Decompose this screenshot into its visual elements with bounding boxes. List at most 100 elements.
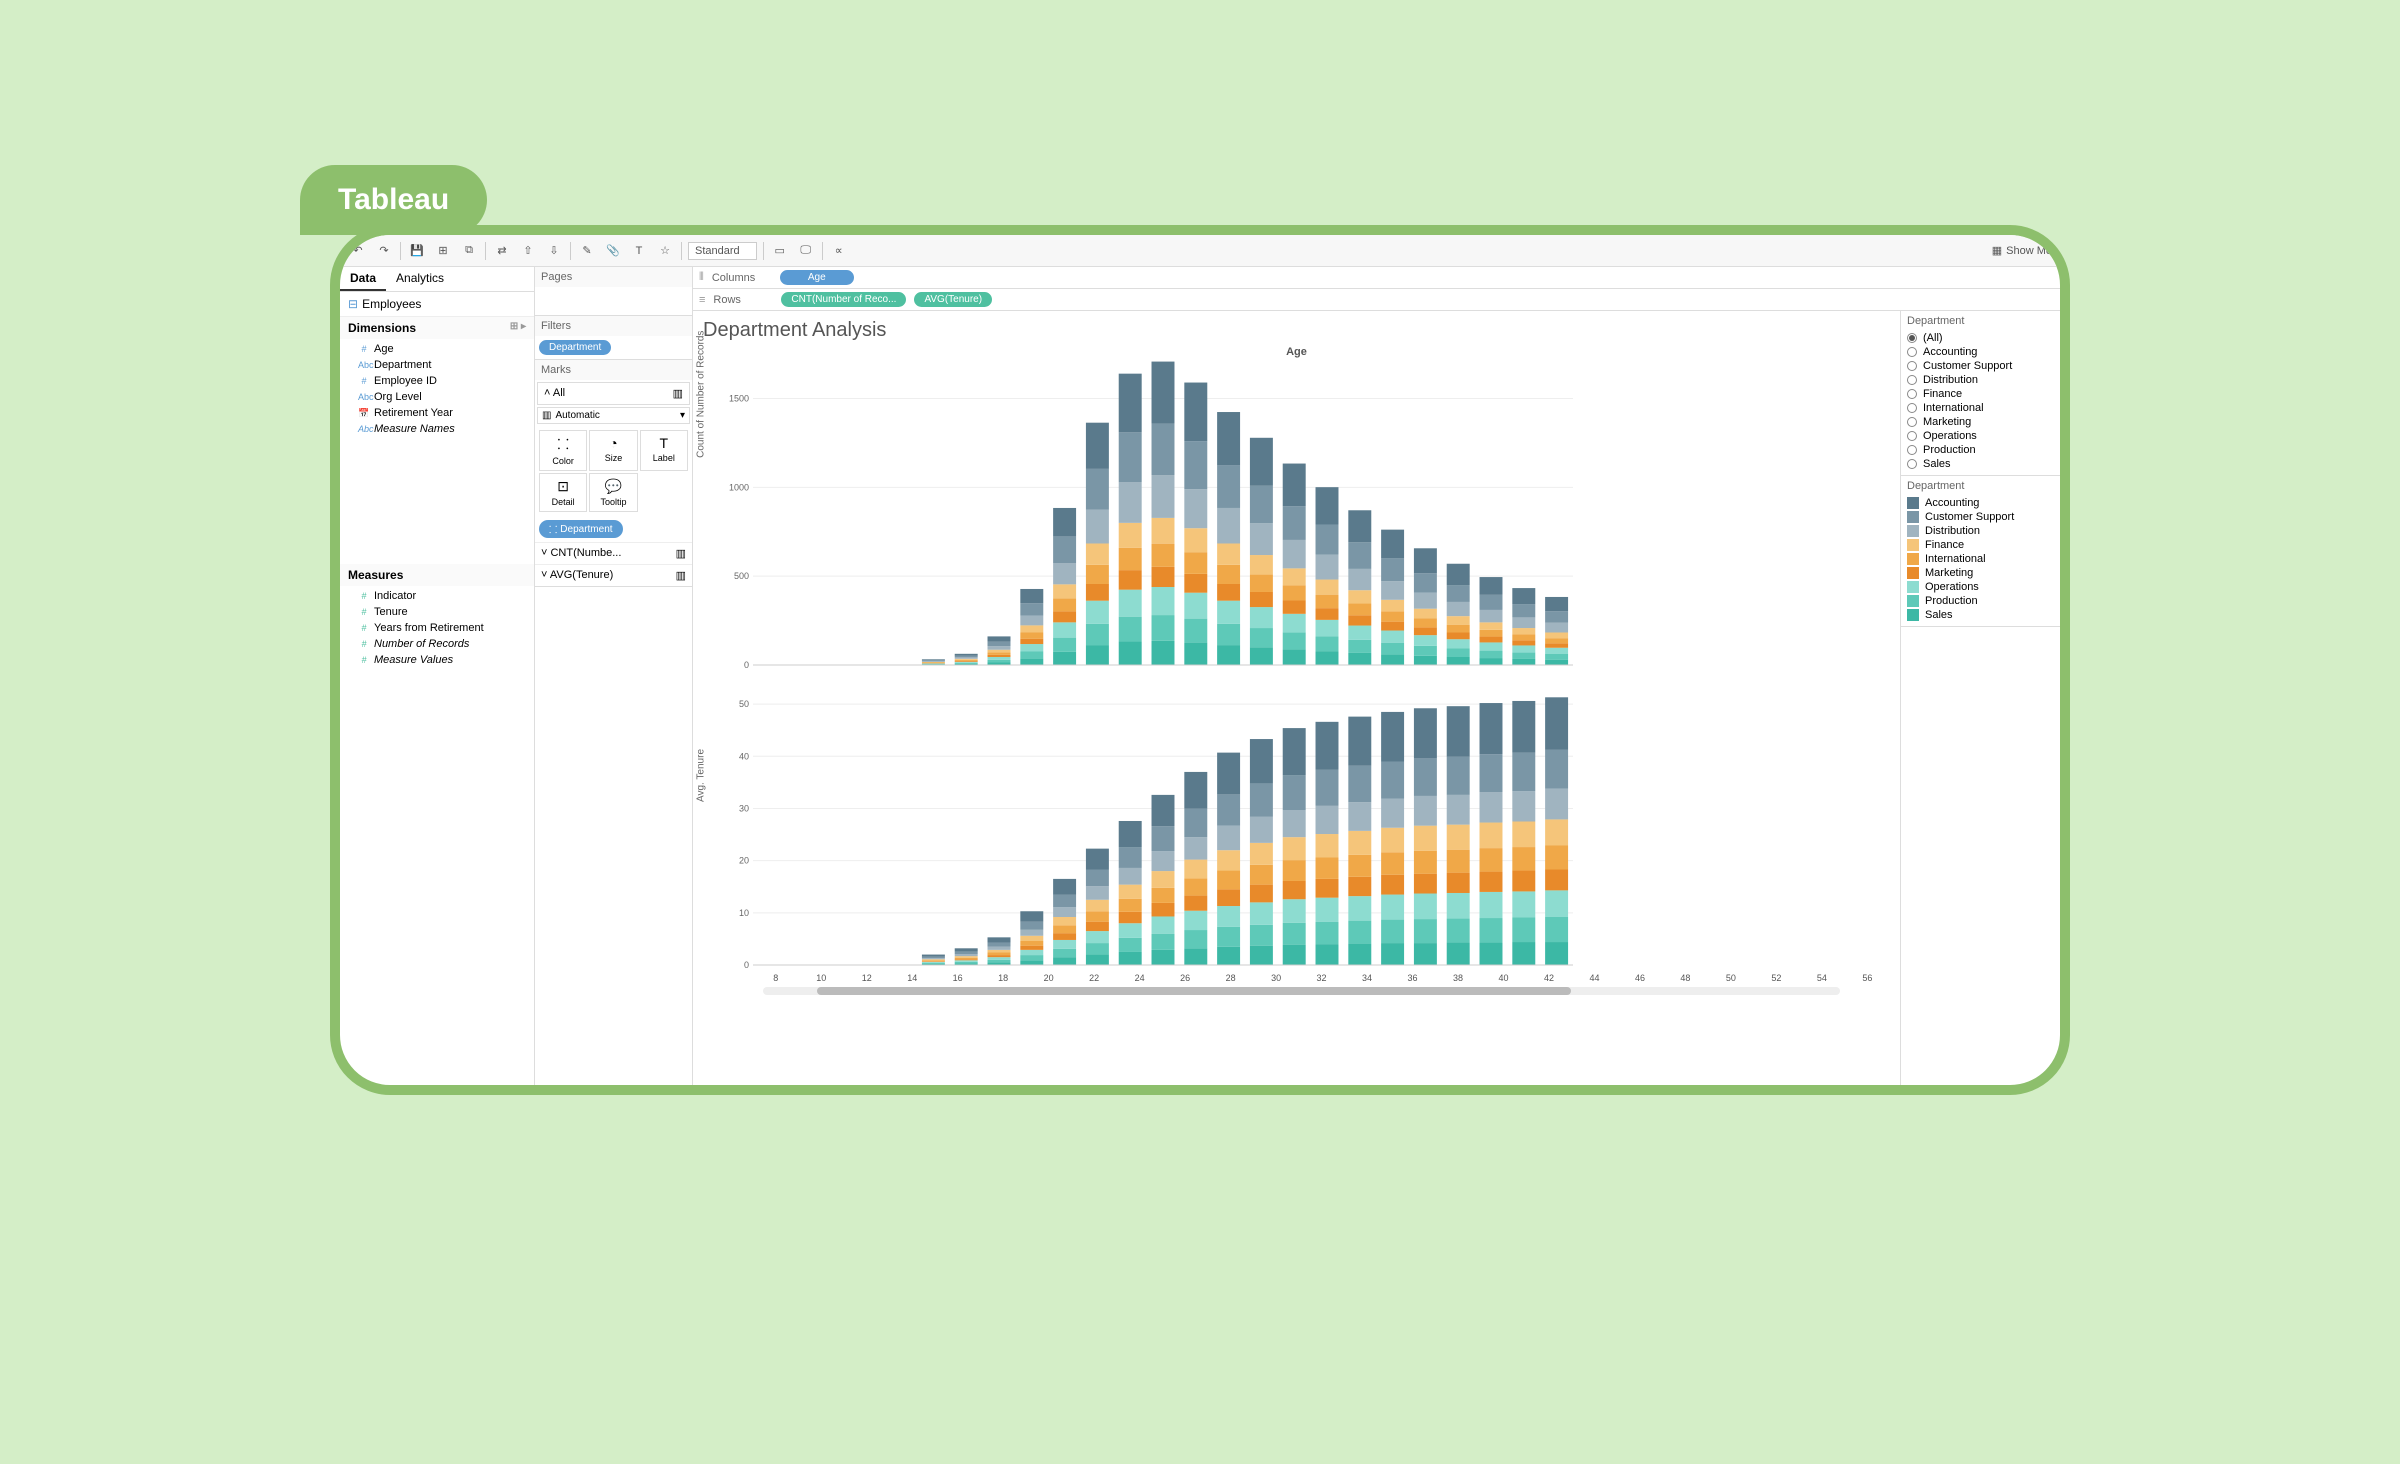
field-type-icon: #	[358, 607, 370, 617]
y-axis-label-1: Count of Number of Records	[696, 330, 707, 457]
filter-option[interactable]: Customer Support	[1907, 359, 2054, 373]
search-fields-icon[interactable]: ⊞ ▸	[510, 321, 526, 335]
product-badge: Tableau	[300, 165, 487, 235]
marks-sub-cnt[interactable]: ˅ CNT(Numbe...▥	[535, 542, 692, 564]
mark-type-dropdown[interactable]: ▥ Automatic ▾	[537, 407, 690, 424]
dimension-field[interactable]: AbcOrg Level	[340, 389, 534, 405]
legend-item[interactable]: Accounting	[1907, 496, 2054, 510]
x-axis-header: Age	[703, 346, 1890, 358]
columns-icon: ⦀	[699, 271, 704, 284]
rows-pill-cnt[interactable]: CNT(Number of Reco...	[781, 292, 906, 307]
radio-icon	[1907, 389, 1917, 399]
color-swatch	[1907, 609, 1919, 621]
mark-color-button[interactable]: ⸬Color	[539, 430, 587, 471]
sort-asc-icon[interactable]: ⇧	[518, 241, 538, 261]
mark-label-button[interactable]: TLabel	[640, 430, 688, 471]
filters-shelf[interactable]: Filters Department	[535, 316, 692, 360]
svg-text:10: 10	[739, 908, 749, 918]
filter-option[interactable]: International	[1907, 401, 2054, 415]
filter-option[interactable]: Production	[1907, 443, 2054, 457]
measure-field[interactable]: #Years from Retirement	[340, 620, 534, 636]
field-type-icon: #	[358, 376, 370, 386]
mark-detail-button[interactable]: ⊡Detail	[539, 473, 587, 512]
filter-pill-department[interactable]: Department	[539, 340, 611, 355]
radio-icon	[1907, 375, 1917, 385]
color-swatch	[1907, 497, 1919, 509]
dimension-field[interactable]: #Age	[340, 341, 534, 357]
pin-icon[interactable]: ☆	[655, 241, 675, 261]
tab-analytics[interactable]: Analytics	[386, 267, 454, 291]
field-type-icon: #	[358, 591, 370, 601]
legend-item[interactable]: Sales	[1907, 608, 2054, 622]
measure-field[interactable]: #Number of Records	[340, 636, 534, 652]
filter-option[interactable]: Marketing	[1907, 415, 2054, 429]
dimension-field[interactable]: AbcDepartment	[340, 357, 534, 373]
measure-field[interactable]: #Indicator	[340, 588, 534, 604]
filter-option[interactable]: Distribution	[1907, 373, 2054, 387]
dimension-field[interactable]: AbcMeasure Names	[340, 421, 534, 437]
horizontal-scrollbar[interactable]	[763, 987, 1840, 995]
legend-item[interactable]: Customer Support	[1907, 510, 2054, 524]
redo-icon[interactable]: ↷	[374, 241, 394, 261]
marks-pill-department[interactable]: ⸬Department	[539, 520, 623, 538]
dimension-field[interactable]: #Employee ID	[340, 373, 534, 389]
show-me-button[interactable]: ▦ Show Me	[1992, 244, 2052, 257]
visualization-canvas[interactable]: Department Analysis Age Count of Number …	[693, 311, 1900, 1085]
show-me-icon: ▦	[1992, 244, 2002, 257]
filter-option[interactable]: (All)	[1907, 331, 2054, 345]
rows-pill-avg[interactable]: AVG(Tenure)	[914, 292, 992, 307]
scrollbar-thumb[interactable]	[817, 987, 1571, 995]
viz-title[interactable]: Department Analysis	[703, 319, 1890, 342]
text-icon[interactable]: T	[629, 241, 649, 261]
bar-chart-icon: ▥	[673, 387, 683, 400]
rows-shelf[interactable]: ≡ Rows CNT(Number of Reco... AVG(Tenure)	[693, 289, 2060, 311]
tab-data[interactable]: Data	[340, 267, 386, 291]
svg-text:500: 500	[734, 571, 749, 581]
cards-pane: Pages Filters Department Marks ˄ All ▥ ▥…	[535, 267, 693, 1085]
filter-option[interactable]: Finance	[1907, 387, 2054, 401]
y-axis-label-2: Avg. Tenure	[696, 749, 707, 802]
marks-card: Marks ˄ All ▥ ▥ Automatic ▾ ⸬Color ◔Size…	[535, 360, 692, 587]
columns-shelf[interactable]: ⦀ Columns Age	[693, 267, 2060, 289]
presentation-icon[interactable]: ▭	[770, 241, 790, 261]
dimension-field[interactable]: 📅Retirement Year	[340, 405, 534, 421]
x-axis-ticks: 8101214161820222426283032343638404244464…	[703, 973, 1890, 983]
mark-tooltip-button[interactable]: 💬Tooltip	[589, 473, 637, 512]
legend-item[interactable]: Marketing	[1907, 566, 2054, 580]
datasource-item[interactable]: ⊟ Employees	[340, 292, 534, 317]
legend-item[interactable]: International	[1907, 552, 2054, 566]
highlight-icon[interactable]: ✎	[577, 241, 597, 261]
measure-field[interactable]: #Tenure	[340, 604, 534, 620]
swap-icon[interactable]: ⇄	[492, 241, 512, 261]
field-type-icon: Abc	[358, 424, 370, 434]
device-icon[interactable]: 🖵	[796, 241, 816, 261]
tooltip-icon: 💬	[592, 478, 634, 495]
legend-item[interactable]: Operations	[1907, 580, 2054, 594]
marks-all-toggle[interactable]: ˄ All ▥	[537, 382, 690, 405]
size-icon: ◔	[592, 435, 634, 451]
legend-item[interactable]: Production	[1907, 594, 2054, 608]
legend-item[interactable]: Finance	[1907, 538, 2054, 552]
svg-text:1000: 1000	[729, 482, 749, 492]
undo-icon[interactable]: ↶	[348, 241, 368, 261]
measure-field[interactable]: #Measure Values	[340, 652, 534, 668]
mark-size-button[interactable]: ◔Size	[589, 430, 637, 471]
legend-item[interactable]: Distribution	[1907, 524, 2054, 538]
field-type-icon: #	[358, 655, 370, 665]
new-worksheet-icon[interactable]: ⊞	[433, 241, 453, 261]
marks-sub-avg[interactable]: ˅ AVG(Tenure)▥	[535, 564, 692, 586]
fit-dropdown[interactable]: Standard	[688, 242, 757, 260]
columns-pill-age[interactable]: Age	[780, 270, 854, 285]
share-icon[interactable]: ∝	[829, 241, 849, 261]
filter-option[interactable]: Accounting	[1907, 345, 2054, 359]
pages-shelf[interactable]: Pages	[535, 267, 692, 316]
sort-desc-icon[interactable]: ⇩	[544, 241, 564, 261]
filter-option[interactable]: Sales	[1907, 457, 2054, 471]
svg-text:0: 0	[744, 960, 749, 970]
filter-option[interactable]: Operations	[1907, 429, 2054, 443]
main-toolbar: ↶ ↷ 💾 ⊞ ⧉ ⇄ ⇧ ⇩ ✎ 📎 T ☆ Standard ▭ 🖵 ∝ ▦…	[340, 235, 2060, 267]
save-icon[interactable]: 💾	[407, 241, 427, 261]
attach-icon[interactable]: 📎	[603, 241, 623, 261]
duplicate-icon[interactable]: ⧉	[459, 241, 479, 261]
detail-icon: ⊡	[542, 478, 584, 495]
